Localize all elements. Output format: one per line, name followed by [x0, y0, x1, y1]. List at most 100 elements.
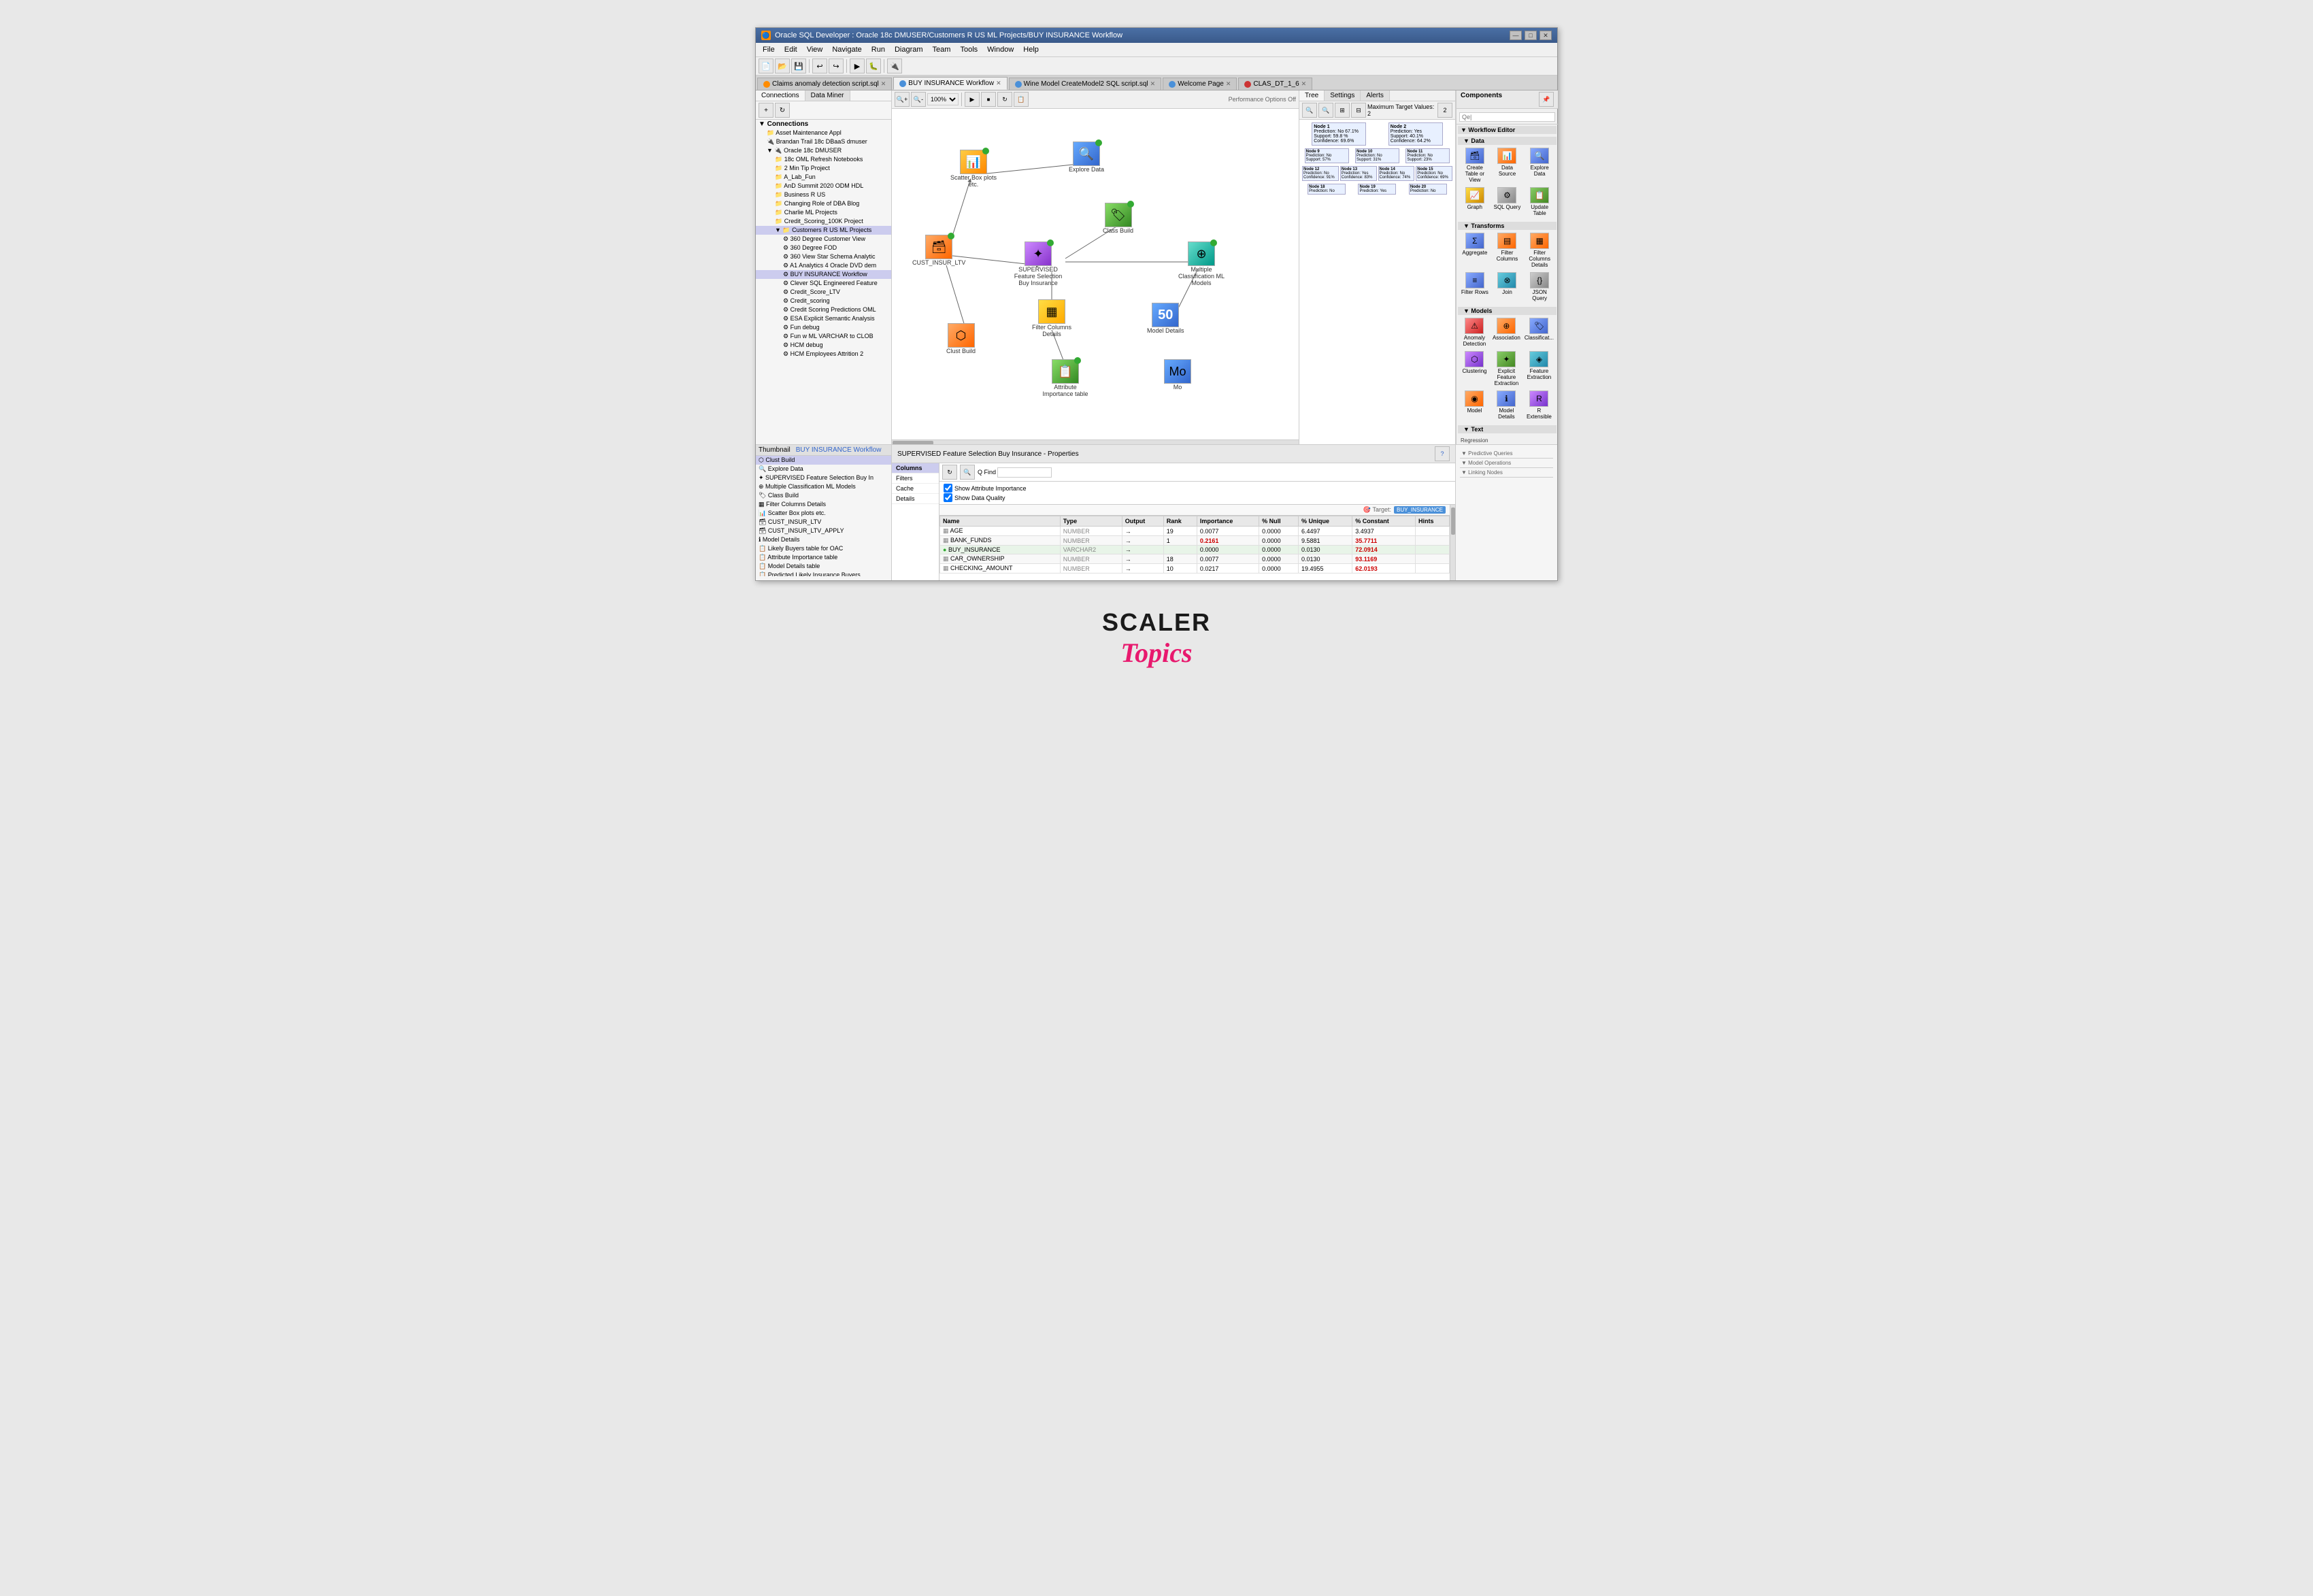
- node-supervised[interactable]: ✦ SUPERVISED Feature Selection Buy Insur…: [1011, 242, 1065, 286]
- menu-team[interactable]: Team: [929, 44, 955, 55]
- components-search-input[interactable]: [1459, 112, 1555, 122]
- tree-collapse[interactable]: ⊟: [1351, 103, 1366, 118]
- comp-update-table[interactable]: 📋 Update Table: [1524, 186, 1555, 218]
- menu-window[interactable]: Window: [983, 44, 1018, 55]
- left-tab-connections[interactable]: Connections: [756, 90, 805, 101]
- tree-item-a1[interactable]: ⚙ A1 Analytics 4 Oracle DVD dem: [756, 261, 891, 270]
- tab-close-wine[interactable]: ✕: [1150, 80, 1156, 88]
- br-linking[interactable]: ▼ Linking Nodes: [1460, 468, 1553, 478]
- tab-settings[interactable]: Settings: [1325, 90, 1361, 101]
- close-button[interactable]: ✕: [1540, 31, 1552, 40]
- thumb-scatter[interactable]: 📊 Scatter Box plots etc.: [756, 509, 891, 518]
- toolbar-redo[interactable]: ↪: [829, 59, 844, 73]
- node-multiclass[interactable]: ⊕ Multiple Classification ML Models: [1174, 242, 1229, 286]
- tab-wine[interactable]: Wine Model CreateModel2 SQL script.sql ✕: [1009, 78, 1162, 90]
- thumb-predicted[interactable]: 📋 Predicted Likely Insurance Buyers: [756, 571, 891, 576]
- thumb-model-details[interactable]: ℹ Model Details: [756, 535, 891, 544]
- tree-item-changing[interactable]: 📁 Changing Role of DBA Blog: [756, 199, 891, 208]
- menu-file[interactable]: File: [759, 44, 779, 55]
- comp-aggregate[interactable]: Σ Aggregate: [1459, 231, 1491, 269]
- prop-section-filters[interactable]: Filters: [892, 473, 939, 484]
- table-row[interactable]: ▦ BANK_FUNDS NUMBER → 1 0.2161 0.0000 9.…: [940, 536, 1450, 546]
- minimize-button[interactable]: —: [1510, 31, 1522, 40]
- tree-item-oml[interactable]: 📁 18c OML Refresh Notebooks: [756, 155, 891, 164]
- toolbar-run[interactable]: ▶: [850, 59, 865, 73]
- node-attrimportance[interactable]: 📋 Attribute Importance table: [1038, 359, 1093, 397]
- comp-r-extensible[interactable]: R R Extensible: [1523, 389, 1555, 421]
- tree-info[interactable]: 2: [1437, 103, 1452, 118]
- node-clustbuild[interactable]: ⬡ Clust Build: [946, 323, 976, 354]
- node-modeldetails[interactable]: 50 Model Details: [1147, 303, 1184, 334]
- tree-item-oracle[interactable]: ▼ 🔌 Oracle 18c DMUSER: [756, 146, 891, 155]
- comp-filter-columns-details[interactable]: ▦ Filter Columns Details: [1524, 231, 1555, 269]
- thumbnail-tab[interactable]: Thumbnail: [759, 446, 791, 454]
- comp-association[interactable]: ⊕ Association: [1491, 316, 1522, 348]
- toolbar-debug[interactable]: 🐛: [866, 59, 881, 73]
- tab-close-claims[interactable]: ✕: [881, 80, 886, 88]
- node-custinsur[interactable]: 🗃 CUST_INSUR_LTV: [912, 235, 965, 266]
- tree-item-fundebug[interactable]: ⚙ Fun debug: [756, 323, 891, 332]
- table-row[interactable]: ● BUY_INSURANCE VARCHAR2 → 0.0000 0.0000…: [940, 546, 1450, 554]
- tree-item-asset[interactable]: 📁 Asset Maintenance Appl: [756, 129, 891, 137]
- comp-data-source[interactable]: 📊 Data Source: [1492, 146, 1523, 184]
- toolbar-undo[interactable]: ↩: [812, 59, 827, 73]
- thumb-class-build[interactable]: 🏷 Class Build: [756, 491, 891, 500]
- prop-refresh[interactable]: ↻: [942, 465, 957, 480]
- comp-create-table[interactable]: 🗃 Create Table or View: [1459, 146, 1491, 184]
- node-scatter[interactable]: 📊 Scatter Box plots etc.: [946, 150, 1001, 188]
- tree-item-buyinsurance[interactable]: ⚙ BUY INSURANCE Workflow: [756, 270, 891, 279]
- table-row[interactable]: ▦ AGE NUMBER → 19 0.0077 0.0000 6.4497 3…: [940, 527, 1450, 536]
- thumb-supervised[interactable]: ✦ SUPERVISED Feature Selection Buy In: [756, 473, 891, 482]
- tree-item-business[interactable]: 📁 Business R US: [756, 190, 891, 199]
- tree-item-clever[interactable]: ⚙ Clever SQL Engineered Feature: [756, 279, 891, 288]
- left-toolbar-add[interactable]: +: [759, 103, 773, 118]
- prop-section-cache[interactable]: Cache: [892, 484, 939, 494]
- tab-close-clas[interactable]: ✕: [1301, 80, 1307, 88]
- section-header-text[interactable]: ▼ Text: [1458, 425, 1557, 433]
- thumb-multiple-class[interactable]: ⊕ Multiple Classification ML Models: [756, 482, 891, 491]
- comp-classification[interactable]: 🏷 Classificat...: [1523, 316, 1555, 348]
- node-explore[interactable]: 🔍 Explore Data: [1069, 142, 1104, 173]
- br-model-ops[interactable]: ▼ Model Operations: [1460, 459, 1553, 468]
- comp-model[interactable]: ◉ Model: [1459, 389, 1490, 421]
- menu-diagram[interactable]: Diagram: [891, 44, 927, 55]
- section-header-workflow[interactable]: ▼ Workflow Editor: [1458, 126, 1557, 134]
- br-predictive[interactable]: ▼ Predictive Queries: [1460, 449, 1553, 459]
- comp-explicit-feature[interactable]: ✦ Explicit Feature Extraction: [1491, 350, 1522, 388]
- tree-item-alab[interactable]: 📁 A_Lab_Fun: [756, 173, 891, 182]
- tab-welcome[interactable]: Welcome Page ✕: [1163, 78, 1237, 90]
- tab-buy-insurance[interactable]: BUY INSURANCE Workflow ✕: [893, 77, 1007, 90]
- comp-graph[interactable]: 📈 Graph: [1459, 186, 1491, 218]
- tree-item-brandon[interactable]: 🔌 Brandan Trail 18c DBaaS dmuser: [756, 137, 891, 146]
- thumb-cust-insur-apply[interactable]: 🗃 CUST_INSUR_LTV_APPLY: [756, 527, 891, 535]
- tree-item-360customer[interactable]: ⚙ 360 Degree Customer View: [756, 235, 891, 244]
- menu-help[interactable]: Help: [1019, 44, 1043, 55]
- prop-table-scrollbar[interactable]: [1450, 505, 1455, 580]
- comp-anomaly[interactable]: ⚠ Anomaly Detection: [1459, 316, 1490, 348]
- canvas-zoom-select[interactable]: 100%: [927, 93, 959, 105]
- properties-help[interactable]: ?: [1435, 446, 1450, 461]
- window-controls[interactable]: — □ ✕: [1510, 31, 1552, 40]
- thumb-clust-build[interactable]: ⬡ Clust Build: [756, 456, 891, 465]
- tree-item-360star[interactable]: ⚙ 360 View Star Schema Analytic: [756, 252, 891, 261]
- comp-filter-rows[interactable]: ≡ Filter Rows: [1459, 271, 1491, 303]
- tab-tree[interactable]: Tree: [1299, 90, 1325, 101]
- tree-item-creditscoring[interactable]: ⚙ Credit_scoring: [756, 297, 891, 305]
- tab-close-welcome[interactable]: ✕: [1226, 80, 1231, 88]
- comp-json-query[interactable]: {} JSON Query: [1524, 271, 1555, 303]
- thumb-attr-importance[interactable]: 📋 Attribute Importance table: [756, 553, 891, 562]
- tree-item-360fod[interactable]: ⚙ 360 Degree FOD: [756, 244, 891, 252]
- canvas-btn3[interactable]: ↻: [997, 92, 1012, 107]
- tree-item-credit100k[interactable]: 📁 Credit_Scoring_100K Project: [756, 217, 891, 226]
- thumb-likely-buyers[interactable]: 📋 Likely Buyers table for OAC: [756, 544, 891, 553]
- tree-item-esa[interactable]: ⚙ ESA Explicit Semantic Analysis: [756, 314, 891, 323]
- thumb-model-details-table[interactable]: 📋 Model Details table: [756, 562, 891, 571]
- comp-filter-columns[interactable]: ▤ Filter Columns: [1492, 231, 1523, 269]
- comp-sql-query[interactable]: ⚙ SQL Query: [1492, 186, 1523, 218]
- tree-item-2min[interactable]: 📁 2 Min Tip Project: [756, 164, 891, 173]
- comp-model-details[interactable]: ℹ Model Details: [1491, 389, 1522, 421]
- tab-clas[interactable]: CLAS_DT_1_6 ✕: [1238, 78, 1312, 90]
- maximize-button[interactable]: □: [1525, 31, 1537, 40]
- tree-item-creditscore[interactable]: ⚙ Credit_Score_LTV: [756, 288, 891, 297]
- tree-item-charlie[interactable]: 📁 Charlie ML Projects: [756, 208, 891, 217]
